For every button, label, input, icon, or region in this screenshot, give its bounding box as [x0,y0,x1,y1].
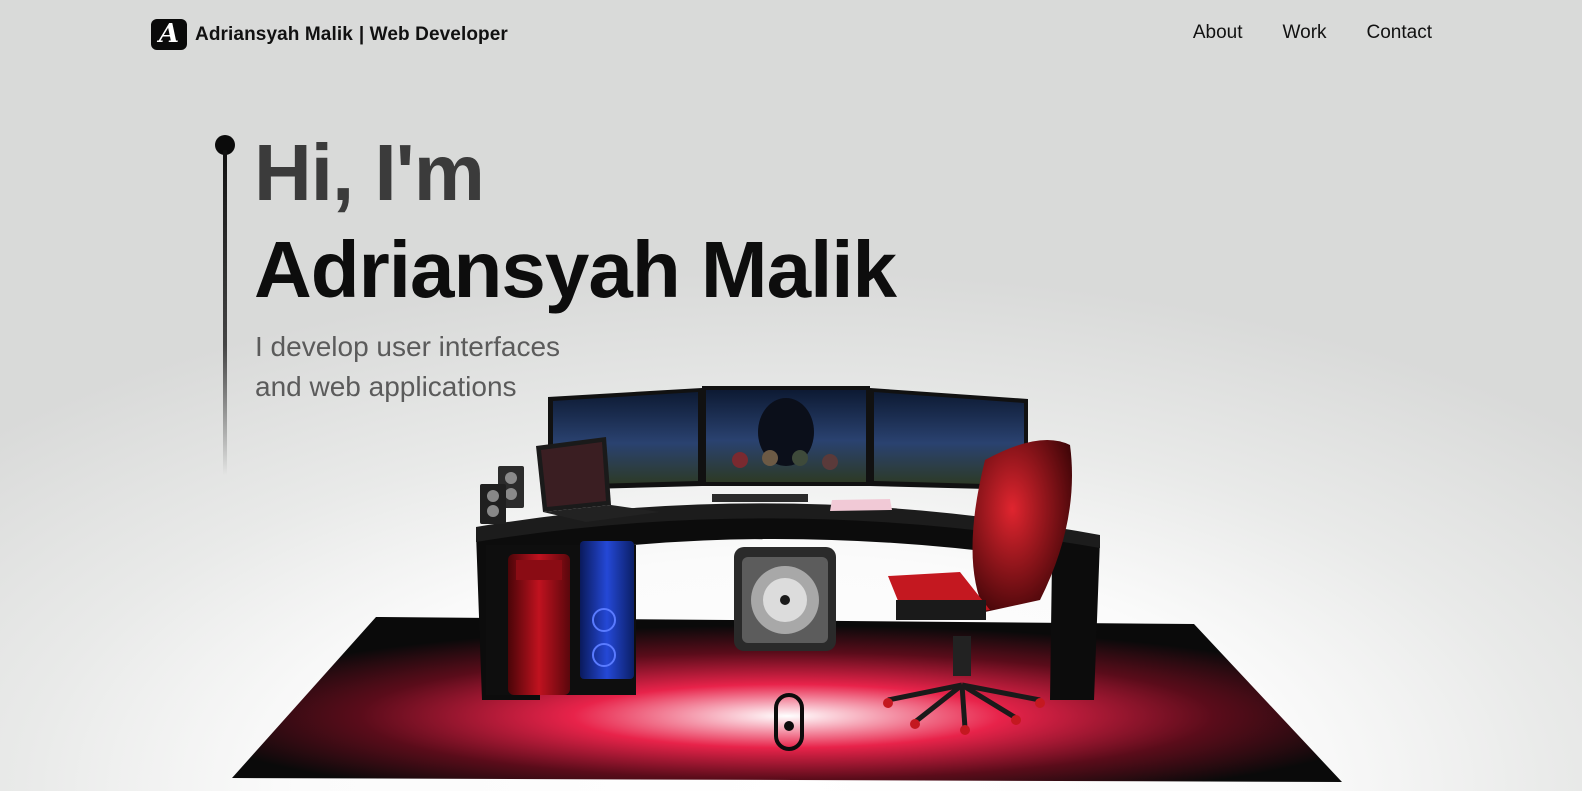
brand-text: Adriansyah Malik | Web Developer [195,24,508,46]
pc-tower-blue [580,541,634,679]
pc-tower-red [508,554,570,695]
logo-icon: A [151,19,187,50]
timeline-line [223,150,227,475]
scroll-mouse-icon[interactable] [774,693,804,751]
brand-name: Adriansyah Malik [195,23,353,45]
nav-link-contact[interactable]: Contact [1367,22,1432,44]
desk-scene-illustration [232,386,1342,782]
speakers [480,466,524,524]
nav-link-about[interactable]: About [1193,22,1243,44]
subwoofer [734,547,836,651]
brand-role: | Web Developer [358,23,508,45]
keyboard [712,494,808,502]
laptop [536,437,660,522]
brand-logo-link[interactable]: A Adriansyah Malik | Web Developer [151,19,508,50]
hero-tagline-line1: I develop user interfaces [255,331,561,362]
gaming-chair [883,440,1072,735]
nav-link-work[interactable]: Work [1283,22,1327,44]
desk [476,503,1100,700]
scroll-wheel-dot [784,721,794,731]
mouse-pad [830,499,892,511]
hero-tagline: I develop user interfaces and web applic… [255,327,655,407]
hero-name: Adriansyah Malik [254,225,897,314]
hero-greeting: Hi, I'm [254,128,485,217]
hero-tagline-line2: and web applications [255,371,517,402]
site-header: A Adriansyah Malik | Web Developer About … [0,0,1582,72]
main-nav: About Work Contact [1193,22,1432,44]
